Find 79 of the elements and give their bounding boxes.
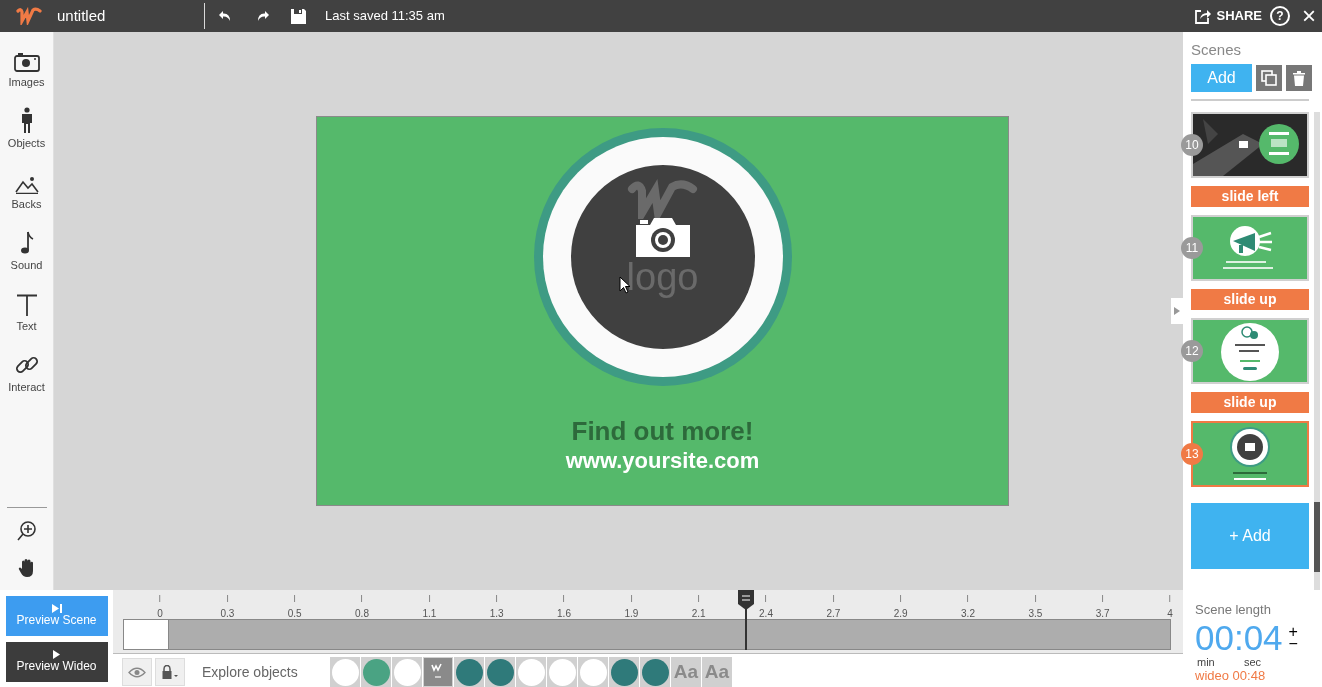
hand-icon[interactable] <box>17 558 36 578</box>
circle-object[interactable] <box>641 658 669 686</box>
help-button[interactable]: ? <box>1270 6 1290 26</box>
share-icon[interactable] <box>1194 7 1213 25</box>
url-text: www.yoursite.com <box>565 447 760 475</box>
tick-label: 3.2 <box>961 607 975 621</box>
circle-object[interactable] <box>362 658 390 686</box>
circle-object[interactable] <box>610 658 638 686</box>
play-step-icon <box>50 604 63 613</box>
close-button[interactable]: × <box>1302 4 1316 28</box>
headline-text: Find out more! <box>571 416 754 446</box>
zoom-in-icon[interactable] <box>15 520 38 542</box>
document-title[interactable]: untitled <box>57 4 204 28</box>
redo-icon[interactable] <box>256 10 270 22</box>
tick-label: 1.1 <box>422 607 437 621</box>
tick-label: 1.9 <box>624 607 639 621</box>
tool-button[interactable]: Images <box>0 32 54 93</box>
tick-label: 3.5 <box>1028 607 1043 621</box>
tick-label: 1.3 <box>489 607 504 621</box>
tick-label: 3.7 <box>1095 607 1110 621</box>
undo-icon[interactable] <box>218 10 232 22</box>
circle-object[interactable] <box>455 658 483 686</box>
camera-icon <box>13 51 40 72</box>
tool-button[interactable]: Interact <box>0 337 54 398</box>
duplicate-icon <box>1261 69 1277 86</box>
scrollbar-thumb[interactable] <box>1314 502 1320 572</box>
logo-icon <box>626 179 699 219</box>
collapse-tab[interactable] <box>1171 298 1183 324</box>
scene-number-badge: 13 <box>1181 442 1203 465</box>
person-icon <box>20 106 33 133</box>
preview-video-button[interactable]: Preview Wideo <box>5 642 108 682</box>
tick-label: 0.8 <box>355 607 369 621</box>
duplicate-button[interactable] <box>1256 64 1282 91</box>
tick-label: 4 <box>1167 607 1173 621</box>
triangle-icon <box>1174 307 1180 315</box>
scene-length-value: 00:04 <box>1195 619 1283 656</box>
delete-button[interactable] <box>1286 64 1312 91</box>
tool-button[interactable]: Sound <box>0 215 54 276</box>
scene-length-label: Scene length <box>1195 601 1272 619</box>
tick-label: 2.1 <box>691 607 706 621</box>
lock-icon <box>162 665 178 679</box>
playhead[interactable] <box>737 590 756 650</box>
last-saved-text: Last saved 11:35 am <box>325 7 445 26</box>
play-icon <box>52 650 61 659</box>
decrease-button[interactable]: − <box>1288 637 1298 650</box>
landscape-icon <box>14 175 39 194</box>
scene-number-badge: 12 <box>1181 339 1203 362</box>
save-icon[interactable] <box>290 7 307 25</box>
scene-number-badge: 11 <box>1181 236 1203 259</box>
logo-object[interactable] <box>424 658 452 686</box>
eye-icon <box>128 666 146 678</box>
lock-button[interactable] <box>155 658 185 686</box>
video-length-text: wideo 00:48 <box>1195 667 1267 683</box>
tick-label: 2.7 <box>826 607 841 621</box>
tool-button[interactable]: Backs <box>0 154 54 215</box>
tool-button[interactable]: Objects <box>0 93 54 154</box>
timeline-track[interactable] <box>123 619 1171 650</box>
text-icon <box>15 293 38 316</box>
music-note-icon <box>19 230 34 255</box>
circle-object[interactable] <box>486 658 514 686</box>
tick-label: 1.6 <box>557 607 571 621</box>
tick-label: 0 <box>157 607 163 621</box>
cursor-icon <box>619 276 631 294</box>
seconds-label: sec <box>1244 655 1262 668</box>
start-block <box>124 620 169 649</box>
logo-icon <box>16 7 42 25</box>
tick-label: 2.4 <box>759 607 773 621</box>
explore-objects-link[interactable]: Explore objects <box>202 661 327 683</box>
visibility-button[interactable] <box>122 658 152 686</box>
minutes-label: min <box>1197 655 1216 668</box>
scene-number-badge: 10 <box>1181 133 1203 156</box>
tick-label: 0.5 <box>287 607 302 621</box>
share-link[interactable]: SHARE <box>1216 6 1262 26</box>
tick-label: 0.3 <box>220 607 235 621</box>
tick-label: 2.9 <box>893 607 908 621</box>
panel-title: Scenes <box>1191 40 1243 60</box>
increase-button[interactable]: + <box>1288 625 1298 638</box>
trash-icon <box>1292 69 1306 86</box>
tool-button[interactable]: Text <box>0 276 54 337</box>
